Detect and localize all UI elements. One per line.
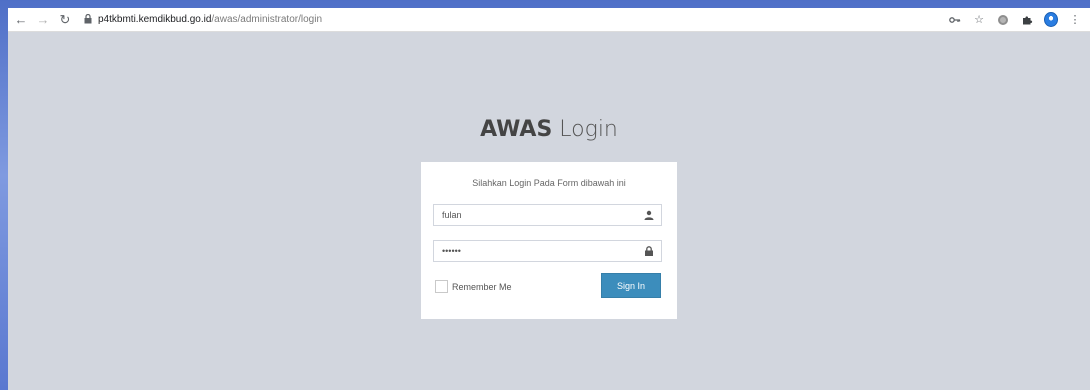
puzzle-icon[interactable] <box>1020 13 1034 27</box>
forward-icon[interactable]: → <box>34 11 52 29</box>
url-path: /awas/administrator/login <box>211 14 323 25</box>
login-logo: AWAS Login <box>8 117 1090 142</box>
password-input[interactable] <box>434 241 642 261</box>
remember-checkbox[interactable] <box>435 280 448 293</box>
star-icon[interactable]: ☆ <box>972 13 986 27</box>
login-box: Silahkan Login Pada Form dibawah ini Rem… <box>421 162 677 319</box>
key-icon[interactable] <box>948 13 962 27</box>
toolbar-actions: ☆ ⋮ <box>948 12 1090 27</box>
username-field[interactable] <box>433 204 662 226</box>
page-content: AWAS Login Silahkan Login Pada Form diba… <box>8 32 1090 390</box>
profile-avatar[interactable] <box>1044 12 1058 27</box>
password-field[interactable] <box>433 240 662 262</box>
sign-in-button[interactable]: Sign In <box>601 273 661 298</box>
back-icon[interactable]: ← <box>12 11 30 29</box>
brand-name: AWAS <box>480 117 553 142</box>
login-title: Login <box>552 117 618 142</box>
browser-toolbar: ← → ↻ p4tkbmti.kemdikbud.go.id/awas/admi… <box>8 8 1090 32</box>
menu-icon[interactable]: ⋮ <box>1068 13 1082 27</box>
user-icon <box>644 210 654 220</box>
remember-me[interactable]: Remember Me <box>435 280 512 293</box>
url-host: p4tkbmti.kemdikbud.go.id <box>98 14 212 25</box>
login-box-message: Silahkan Login Pada Form dibawah ini <box>472 178 626 188</box>
lock-icon <box>645 246 653 256</box>
address-bar[interactable]: p4tkbmti.kemdikbud.go.id/awas/administra… <box>98 14 322 25</box>
reload-icon[interactable]: ↻ <box>56 11 74 29</box>
remember-label: Remember Me <box>452 281 512 292</box>
extension-icon[interactable] <box>996 13 1010 27</box>
lock-icon[interactable] <box>84 11 92 29</box>
username-input[interactable] <box>434 205 642 225</box>
